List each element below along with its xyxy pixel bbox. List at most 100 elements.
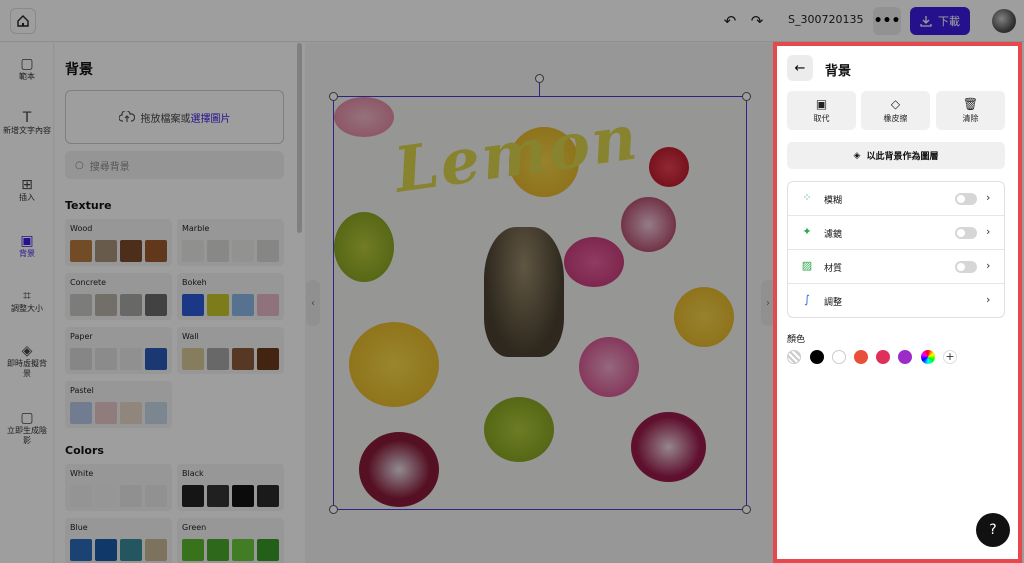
swatch-thumbnail[interactable]: [232, 294, 254, 316]
swatch-thumbnail[interactable]: [120, 348, 142, 370]
swatch-thumbnail[interactable]: [70, 402, 92, 424]
swatch-thumbnail[interactable]: [120, 294, 142, 316]
swatch-thumbnail[interactable]: [70, 539, 92, 561]
color-black[interactable]: [810, 350, 824, 364]
swatch-thumbnail[interactable]: [182, 485, 204, 507]
swatch-thumbnail[interactable]: [207, 539, 229, 561]
blur-toggle[interactable]: [955, 193, 977, 205]
search-input[interactable]: ○ 搜尋背景: [65, 151, 284, 179]
option-adjust[interactable]: ∫ 調整 ›: [788, 284, 1004, 318]
swatch-thumbnail[interactable]: [70, 348, 92, 370]
download-button[interactable]: 下載: [910, 7, 970, 35]
swatch-thumbnail[interactable]: [120, 240, 142, 262]
swatch-thumbnail[interactable]: [145, 294, 167, 316]
swatch-thumbnail[interactable]: [232, 348, 254, 370]
swatch-thumbnail[interactable]: [95, 485, 117, 507]
swatch-thumbnail[interactable]: [207, 240, 229, 262]
back-button[interactable]: ←: [787, 55, 813, 81]
swatch-thumbnail[interactable]: [232, 240, 254, 262]
background-card[interactable]: Bokeh: [177, 273, 284, 320]
background-card[interactable]: Concrete: [65, 273, 172, 320]
rail-item-insert[interactable]: ⊞ 插入: [0, 178, 54, 203]
color-orange[interactable]: [854, 350, 868, 364]
swatch-thumbnail[interactable]: [70, 240, 92, 262]
redo-button[interactable]: ↷: [747, 11, 767, 31]
panel-scrollbar[interactable]: [297, 43, 302, 233]
swatch-thumbnail[interactable]: [182, 348, 204, 370]
rail-item-text[interactable]: T 新增文字內容: [0, 111, 54, 136]
resize-handle-bl[interactable]: [329, 505, 338, 514]
swatch-thumbnail[interactable]: [182, 294, 204, 316]
background-card[interactable]: Wood: [65, 219, 172, 266]
background-card[interactable]: Marble: [177, 219, 284, 266]
rail-item-shadow[interactable]: ▢ 立即生成陰影: [0, 411, 54, 446]
resize-handle-tr[interactable]: [742, 92, 751, 101]
texture-toggle[interactable]: [955, 261, 977, 273]
help-button[interactable]: ?: [976, 513, 1010, 547]
rotate-handle[interactable]: [535, 74, 544, 83]
swatch-thumbnail[interactable]: [207, 294, 229, 316]
clear-button[interactable]: 🗑 清除: [936, 91, 1005, 130]
color-pink[interactable]: [876, 350, 890, 364]
swatch-thumbnail[interactable]: [145, 348, 167, 370]
rail-item-background[interactable]: ▣ 背景: [0, 234, 54, 259]
swatch-thumbnail[interactable]: [95, 402, 117, 424]
swatch-thumbnail[interactable]: [257, 294, 279, 316]
rail-item-virtual-bg[interactable]: ◈ 即時虛擬背景: [0, 344, 54, 379]
swatch-thumbnail[interactable]: [120, 485, 142, 507]
resize-handle-tl[interactable]: [329, 92, 338, 101]
background-card[interactable]: Blue: [65, 518, 172, 563]
replace-button[interactable]: ▣ 取代: [787, 91, 856, 130]
swatch-thumbnail[interactable]: [232, 485, 254, 507]
swatch-thumbnail[interactable]: [145, 240, 167, 262]
swatch-thumbnail[interactable]: [207, 485, 229, 507]
resize-handle-br[interactable]: [742, 505, 751, 514]
swatch-thumbnail[interactable]: [145, 402, 167, 424]
swatch-thumbnail[interactable]: [257, 348, 279, 370]
swatch-thumbnail[interactable]: [145, 485, 167, 507]
undo-button[interactable]: ↶: [720, 11, 740, 31]
color-purple[interactable]: [898, 350, 912, 364]
swatch-thumbnail[interactable]: [95, 294, 117, 316]
home-button[interactable]: [10, 8, 36, 34]
swatch-thumbnail[interactable]: [257, 539, 279, 561]
swatch-thumbnail[interactable]: [145, 539, 167, 561]
swatch-thumbnail[interactable]: [95, 539, 117, 561]
rail-item-resize[interactable]: ⌗ 調整大小: [0, 289, 54, 314]
color-white[interactable]: [832, 350, 846, 364]
use-as-layer-button[interactable]: ◈ 以此背景作為圖層: [787, 142, 1005, 169]
option-blur[interactable]: ⁘ 模糊 ›: [788, 182, 1004, 216]
add-color-button[interactable]: +: [943, 350, 957, 364]
choose-image-link[interactable]: 選擇圖片: [191, 114, 231, 125]
swatch-thumbnail[interactable]: [182, 240, 204, 262]
background-card[interactable]: Pastel: [65, 381, 172, 428]
avatar[interactable]: [992, 9, 1016, 33]
color-picker-rainbow[interactable]: [921, 350, 935, 364]
collapse-left-tab[interactable]: ‹: [306, 280, 320, 326]
more-button[interactable]: •••: [873, 7, 901, 35]
swatch-thumbnail[interactable]: [207, 348, 229, 370]
swatch-thumbnail[interactable]: [120, 402, 142, 424]
filter-toggle[interactable]: [955, 227, 977, 239]
swatch-thumbnail[interactable]: [70, 485, 92, 507]
swatch-thumbnail[interactable]: [70, 294, 92, 316]
swatch-thumbnail[interactable]: [182, 539, 204, 561]
rail-item-templates[interactable]: ▢ 範本: [0, 57, 54, 82]
swatch-thumbnail[interactable]: [95, 348, 117, 370]
eraser-button[interactable]: ◇ 橡皮擦: [861, 91, 930, 130]
option-texture[interactable]: ▨ 材質 ›: [788, 250, 1004, 284]
swatch-thumbnail[interactable]: [232, 539, 254, 561]
upload-dropzone[interactable]: 拖放檔案或選擇圖片: [65, 90, 284, 144]
swatch-thumbnail[interactable]: [257, 240, 279, 262]
background-card[interactable]: Paper: [65, 327, 172, 374]
swatch-thumbnail[interactable]: [95, 240, 117, 262]
background-card[interactable]: Black: [177, 464, 284, 511]
file-name[interactable]: S_300720135: [788, 13, 863, 26]
swatch-thumbnail[interactable]: [257, 485, 279, 507]
swatch-thumbnail[interactable]: [120, 539, 142, 561]
background-card[interactable]: Wall: [177, 327, 284, 374]
option-filter[interactable]: ✦ 濾鏡 ›: [788, 216, 1004, 250]
color-transparent[interactable]: [787, 350, 801, 364]
background-card[interactable]: White: [65, 464, 172, 511]
background-card[interactable]: Green: [177, 518, 284, 563]
